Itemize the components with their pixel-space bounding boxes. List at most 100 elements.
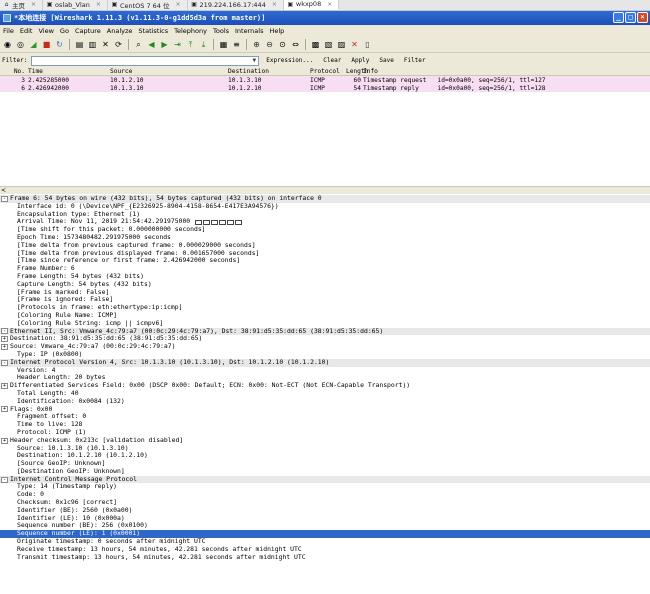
- expand-icon[interactable]: +: [1, 406, 8, 413]
- close-tab-icon[interactable]: ×: [176, 1, 181, 8]
- tree-item[interactable]: Time to live: 128: [0, 420, 650, 429]
- column-header[interactable]: No.: [0, 68, 28, 75]
- column-header[interactable]: Length: [346, 68, 368, 75]
- tree-item[interactable]: Fragment offset: 0: [0, 413, 650, 421]
- resize-columns-icon[interactable]: ⇔: [290, 39, 301, 50]
- normal-size-icon[interactable]: ⊙: [277, 39, 288, 50]
- app-root: ⌂ 主页 × ▣ oslab_Vlan × ▣ CentOS 7 64 位 × ▣ 219.224.…: [0, 0, 650, 594]
- last-packet-icon[interactable]: ⤓: [198, 39, 209, 50]
- expand-icon[interactable]: +: [1, 344, 8, 351]
- packet-list-hscrollbar[interactable]: <: [0, 186, 650, 194]
- tree-section-header[interactable]: - Internet Protocol Version 4, Src: 10.1.…: [0, 358, 650, 367]
- vm-tab[interactable]: ▣ 219.224.166.17:444 ×: [187, 0, 284, 10]
- missing-glyph-box: [235, 219, 242, 225]
- menu-file[interactable]: File: [3, 27, 14, 35]
- menu-help[interactable]: Help: [269, 27, 284, 35]
- column-header[interactable]: Time: [28, 68, 110, 75]
- back-icon[interactable]: ◀: [146, 39, 157, 50]
- go-to-packet-icon[interactable]: ⇥: [172, 39, 183, 50]
- menu-edit[interactable]: Edit: [20, 27, 33, 35]
- coloring-rules-icon[interactable]: ▨: [336, 39, 347, 50]
- zoom-out-icon[interactable]: ⊖: [264, 39, 275, 50]
- vm-tab[interactable]: ⌂ 主页 ×: [0, 0, 44, 10]
- clear-button[interactable]: Clear: [320, 57, 344, 64]
- menu-view[interactable]: View: [38, 27, 53, 35]
- display-filters-icon[interactable]: ▧: [323, 39, 334, 50]
- tree-item[interactable]: Type: 14 (Timestamp reply): [0, 483, 650, 491]
- menu-internals[interactable]: Internals: [235, 27, 263, 35]
- packet-source: 10.1.2.10: [110, 76, 144, 84]
- close-button[interactable]: ×: [637, 12, 648, 23]
- options-icon[interactable]: ◎: [15, 39, 26, 50]
- window-title: *本地连接 [Wireshark 1.11.3 (v1.11.3-0-g1dd5…: [14, 14, 266, 22]
- menu-telephony[interactable]: Telephony: [174, 27, 207, 35]
- vm-tab[interactable]: ▣ wkxp08 ×: [283, 0, 340, 10]
- vm-tab-label: wkxp08: [295, 0, 322, 8]
- menu-analyze[interactable]: Analyze: [107, 27, 133, 35]
- capture-filters-icon[interactable]: ▩: [310, 39, 321, 50]
- tree-item[interactable]: Transmit timestamp: 13 hours, 54 minutes…: [0, 553, 650, 562]
- toolbar-separator: [128, 38, 129, 50]
- open-file-icon[interactable]: ▤: [74, 39, 85, 50]
- column-header[interactable]: Protocol: [310, 68, 346, 75]
- preferences-icon[interactable]: ✕: [349, 39, 360, 50]
- missing-glyph-box: [227, 219, 234, 225]
- find-icon[interactable]: ⌕: [133, 39, 144, 50]
- expression-button[interactable]: Expression...: [263, 57, 316, 64]
- first-packet-icon[interactable]: ⤒: [185, 39, 196, 50]
- tree-item[interactable]: Identification: 0x0084 (132): [0, 397, 650, 406]
- reload-icon[interactable]: ⟳: [113, 39, 124, 50]
- console-icon: ▣: [46, 1, 53, 8]
- stop-capture-icon[interactable]: ■: [41, 39, 52, 50]
- close-tab-icon[interactable]: ×: [31, 1, 36, 8]
- expand-icon[interactable]: +: [1, 336, 8, 343]
- tree-item[interactable]: [Time since reference or first frame: 2.…: [0, 257, 650, 265]
- menu-statistics[interactable]: Statistics: [138, 27, 168, 35]
- close-tab-icon[interactable]: ×: [96, 1, 101, 8]
- missing-glyph-box: [219, 219, 226, 225]
- packet-row[interactable]: 6 2.426942000 10.1.3.10 10.1.2.10 ICMP 5…: [0, 84, 650, 92]
- save-file-icon[interactable]: ▥: [87, 39, 98, 50]
- close-tab-icon[interactable]: ×: [327, 1, 332, 8]
- collapse-icon[interactable]: -: [1, 195, 8, 202]
- collapse-icon[interactable]: -: [1, 328, 8, 335]
- menu-go[interactable]: Go: [60, 27, 69, 35]
- start-capture-icon[interactable]: ◢: [28, 39, 39, 50]
- autoscroll-icon[interactable]: ≡: [231, 39, 242, 50]
- save-button[interactable]: Save: [376, 57, 396, 64]
- vm-tab-label: 219.224.166.17:444: [199, 0, 266, 9]
- close-file-icon[interactable]: ✕: [100, 39, 111, 50]
- menu-capture[interactable]: Capture: [75, 27, 101, 35]
- vm-tab[interactable]: ▣ CentOS 7 64 位 ×: [107, 0, 188, 10]
- close-tab-icon[interactable]: ×: [272, 1, 277, 8]
- expand-icon[interactable]: +: [1, 437, 8, 444]
- minimize-button[interactable]: _: [613, 12, 624, 23]
- chevron-down-icon[interactable]: ▼: [250, 57, 258, 65]
- tree-item[interactable]: + Source: Vmware_4c:79:a7 (00:0c:29:4c:79…: [0, 342, 650, 351]
- apply-button[interactable]: Apply: [348, 57, 372, 64]
- maximize-button[interactable]: □: [625, 12, 636, 23]
- packet-time: 2.426942000: [28, 84, 69, 92]
- main-toolbar: ◉ ◎ ◢ ■ ↻ ▤ ▥ ✕ ⟳ ⌕ ◀ ▶ ⇥ ⤒ ⤓ ▦ ≡ ⊕ ⊖ ⊙ ⇔ ▩ ▧ ▨ ✕ ▯: [0, 36, 650, 53]
- column-header[interactable]: Info: [363, 68, 650, 75]
- vm-tab[interactable]: ▣ oslab_Vlan ×: [43, 0, 108, 10]
- scroll-left-icon[interactable]: <: [1, 187, 6, 194]
- zoom-in-icon[interactable]: ⊕: [251, 39, 262, 50]
- expand-icon[interactable]: +: [1, 383, 8, 390]
- menu-tools[interactable]: Tools: [213, 27, 229, 35]
- toolbar-separator: [69, 38, 70, 50]
- packet-row[interactable]: 3 2.425285000 10.1.2.10 10.1.3.10 ICMP 6…: [0, 76, 650, 84]
- interfaces-icon[interactable]: ◉: [2, 39, 13, 50]
- forward-icon[interactable]: ▶: [159, 39, 170, 50]
- column-header[interactable]: Source: [110, 68, 228, 75]
- colorize-icon[interactable]: ▦: [218, 39, 229, 50]
- tree-item[interactable]: + Flags: 0x00: [0, 405, 650, 414]
- tree-item[interactable]: + Differentiated Services Field: 0x00 (DS…: [0, 381, 650, 390]
- restart-capture-icon[interactable]: ↻: [54, 39, 65, 50]
- help-icon[interactable]: ▯: [362, 39, 373, 50]
- collapse-icon[interactable]: -: [1, 476, 8, 483]
- column-header[interactable]: Destination: [228, 68, 310, 75]
- collapse-icon[interactable]: -: [1, 359, 8, 366]
- filter-input[interactable]: ▼: [31, 55, 260, 66]
- filter-button[interactable]: Filter: [401, 57, 429, 64]
